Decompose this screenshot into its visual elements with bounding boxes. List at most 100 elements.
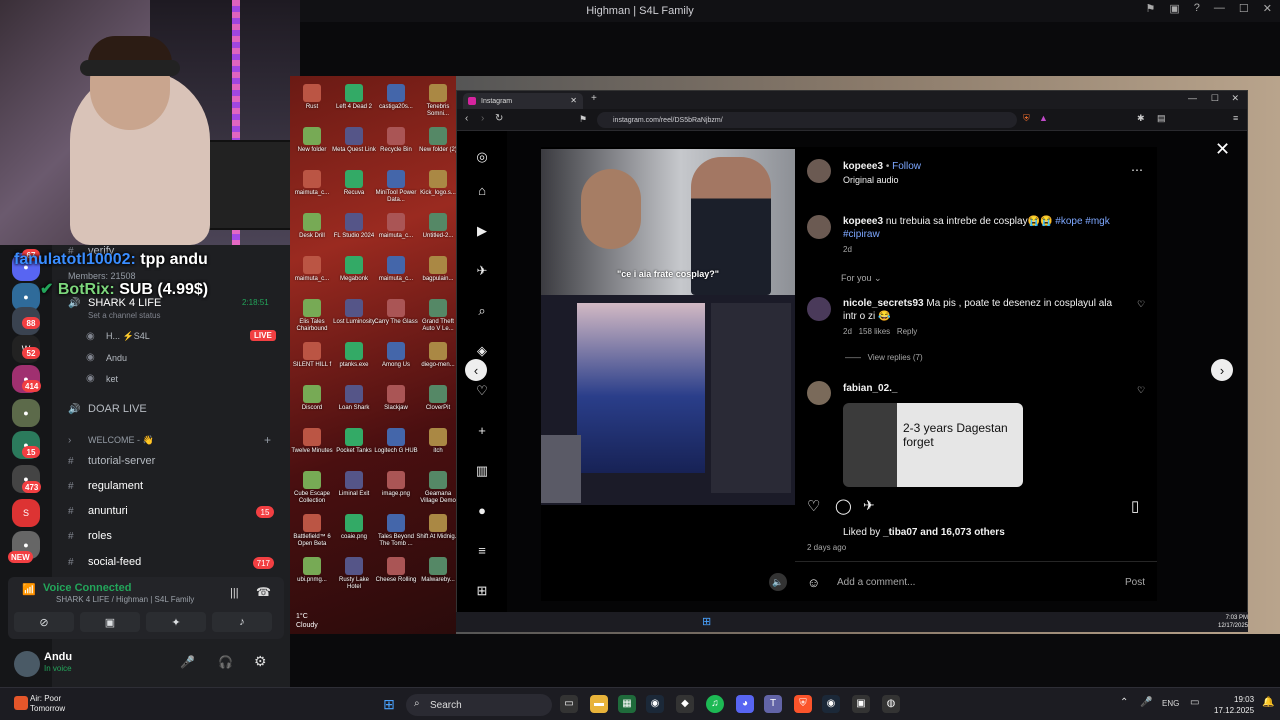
voice-user-highman[interactable]: ◉ H... ⚡S4L [86, 331, 150, 342]
like-comment-icon[interactable]: ♡ [1137, 299, 1145, 310]
messages-icon[interactable]: ✈ [473, 263, 491, 281]
weather-widget[interactable]: Air: Poor Tomorrow [30, 694, 65, 714]
desktop-icon[interactable]: Discord [290, 385, 334, 412]
menu-icon[interactable]: ≡ [1233, 113, 1238, 123]
desktop-icon[interactable]: bagpulain... [416, 256, 460, 283]
desktop-icon[interactable]: Desk Drill [290, 213, 334, 240]
screenshare-button[interactable]: ▣ [80, 612, 140, 632]
brave-shield-icon[interactable]: ⛨ [1023, 113, 1030, 124]
author-avatar[interactable] [807, 159, 831, 183]
comment-avatar[interactable] [807, 297, 831, 321]
desktop-icon[interactable]: Grand Theft Auto V Le... [416, 299, 460, 333]
windows-start-icon[interactable]: ⊞ [702, 615, 716, 629]
desktop-icon[interactable]: ubi.pnmg... [290, 557, 334, 584]
inbox-icon[interactable]: ▣ [1169, 2, 1179, 15]
post-comment-button[interactable]: Post [1125, 577, 1145, 588]
taskbar-search[interactable]: ⌕ Search [406, 694, 552, 716]
desktop-icon[interactable]: maimuta_c... [290, 256, 334, 283]
meme-image[interactable]: 2-3 years Dagestan forget [843, 403, 1023, 487]
channel-regulament[interactable]: # regulament [68, 480, 143, 492]
emoji-icon[interactable]: ☺ [807, 575, 820, 590]
minimize-button[interactable]: — [1214, 2, 1225, 15]
disconnect-icon[interactable]: ☎ [256, 585, 271, 599]
air-quality-icon[interactable] [14, 696, 28, 710]
category-welcome[interactable]: › WELCOME - 👋 [68, 435, 154, 446]
desktop-icon[interactable]: diego-men... [416, 342, 460, 369]
channel-tutorial-server[interactable]: # tutorial-server [68, 455, 155, 467]
taskbar-clock[interactable]: 19:03 17.12.2025 [1214, 694, 1254, 716]
desktop-icon[interactable]: New folder [290, 127, 334, 154]
close-button[interactable]: ✕ [1263, 2, 1272, 15]
maximize-button[interactable]: ☐ [1239, 2, 1249, 15]
file-explorer-icon[interactable]: ▬ [590, 695, 608, 713]
desktop-icon[interactable]: Geamana Village Demo [416, 471, 460, 505]
steam-icon[interactable]: ◉ [646, 695, 664, 713]
tab-instagram[interactable]: Instagram ✕ [463, 93, 583, 109]
desktop-icon[interactable]: castiga20s... [374, 84, 418, 111]
follow-button[interactable]: Follow [892, 161, 921, 172]
desktop-icon[interactable]: MiniTool Power Data... [374, 170, 418, 204]
channel-anunturi[interactable]: # anunturi [68, 505, 128, 517]
desktop-icon[interactable]: Elis Tales Chairbound [290, 299, 334, 333]
discord-icon[interactable]: ◕ [736, 695, 754, 713]
like-icon[interactable]: ♡ [807, 497, 820, 515]
reload-icon[interactable]: ↻ [495, 113, 503, 124]
server-icon[interactable]: ● [12, 399, 40, 427]
language-indicator[interactable]: ENG [1162, 699, 1179, 708]
channel-roles[interactable]: # roles [68, 530, 112, 542]
comment-icon[interactable]: ◯ [835, 497, 852, 515]
headphones-icon[interactable]: 🎧 [218, 655, 233, 669]
noise-icon[interactable]: ||| [230, 587, 239, 599]
server-icon[interactable]: S [12, 499, 40, 527]
window-maximize-icon[interactable]: ☐ [1211, 93, 1219, 104]
desktop-icon[interactable]: Logitech G HUB [374, 428, 418, 455]
desktop-icon[interactable]: Tales Beyond The Tomb ... [374, 514, 418, 548]
desktop-icon[interactable]: CloverPit [416, 385, 460, 412]
flag-icon[interactable]: ⚑ [1146, 2, 1156, 15]
author-name[interactable]: kopeee3 [843, 161, 883, 172]
store-icon[interactable]: ▦ [618, 695, 636, 713]
forward-icon[interactable]: › [481, 113, 484, 124]
channel-social-feed[interactable]: # social-feed [68, 556, 141, 568]
steam-icon-2[interactable]: ◉ [822, 695, 840, 713]
dashboard-icon[interactable]: ▥ [473, 463, 491, 481]
help-icon[interactable]: ? [1194, 2, 1200, 15]
desktop-icon[interactable]: Liminal Exit [332, 471, 376, 498]
profile-icon[interactable]: ● [473, 503, 491, 521]
caption-avatar[interactable] [807, 215, 831, 239]
home-icon[interactable]: ⌂ [473, 183, 491, 201]
view-replies-link[interactable]: —— View replies (7) [845, 353, 923, 362]
like-comment-icon[interactable]: ♡ [1137, 385, 1145, 396]
desktop-icon[interactable]: Cheese Rolling [374, 557, 418, 584]
task-view-icon[interactable]: ▭ [560, 695, 578, 713]
desktop-icon[interactable]: Untitled-2... [416, 213, 460, 240]
apps-icon[interactable]: ⊞ [473, 583, 491, 601]
back-icon[interactable]: ‹ [465, 113, 468, 124]
desktop-icon[interactable]: Recuva [332, 170, 376, 197]
desktop-icon[interactable]: Meta Quest Link [332, 127, 376, 154]
desktop-icon[interactable]: Among Us [374, 342, 418, 369]
next-post-button[interactable]: › [1211, 359, 1233, 381]
camera-off-button[interactable]: ⊘ [14, 612, 74, 632]
more-icon[interactable]: ≡ [473, 543, 491, 561]
extensions-icon[interactable]: ✱ [1137, 113, 1145, 124]
mute-icon[interactable]: 🔈 [769, 573, 787, 591]
desktop-icon[interactable]: SILENT HILL f [290, 342, 334, 369]
desktop-icon[interactable]: image.png [374, 471, 418, 498]
soundboard-button[interactable]: ♪ [212, 612, 272, 632]
desktop-icon[interactable]: Battlefield™ 6 Open Beta [290, 514, 334, 548]
notifications-icon[interactable]: 🔔 [1262, 697, 1274, 708]
mic-tray-icon[interactable]: 🎤 [1140, 697, 1152, 708]
desktop-icon[interactable]: coaie.png [332, 514, 376, 541]
desktop-icon[interactable]: FL Studio 2024 [332, 213, 376, 240]
channel-doar-live[interactable]: 🔊 DOAR LIVE [68, 403, 147, 415]
desktop-icon[interactable]: New folder (2) [416, 127, 460, 154]
likes-summary[interactable]: Liked by _tiba07 and 16,073 others [843, 527, 1005, 538]
tab-close-icon[interactable]: ✕ [570, 96, 577, 105]
app-icon[interactable]: ▣ [852, 695, 870, 713]
close-modal-icon[interactable]: ✕ [1215, 139, 1230, 160]
window-close-icon[interactable]: ✕ [1231, 93, 1239, 104]
window-minimize-icon[interactable]: — [1188, 93, 1197, 103]
audio-label[interactable]: Original audio [843, 175, 899, 185]
desktop-icon[interactable]: Carry The Glass [374, 299, 418, 326]
